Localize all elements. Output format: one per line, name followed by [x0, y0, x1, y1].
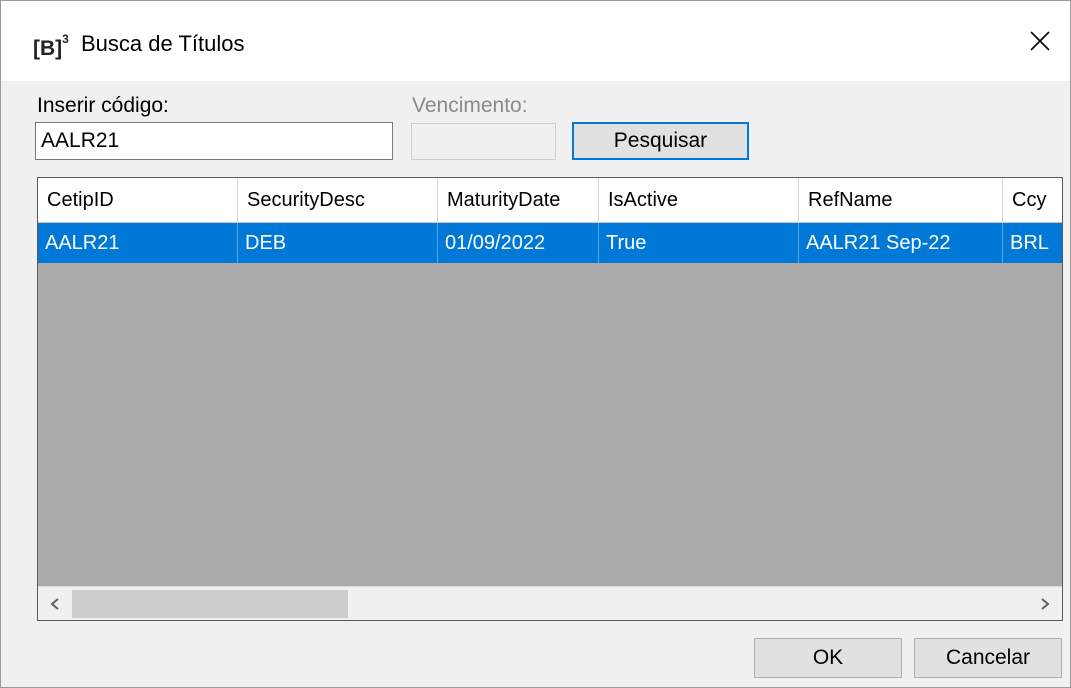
app-logo-text: [B] — [33, 37, 63, 60]
search-button[interactable]: Pesquisar — [572, 122, 749, 160]
column-header-securitydesc[interactable]: SecurityDesc — [238, 178, 438, 223]
code-input[interactable]: AALR21 — [35, 122, 393, 160]
app-logo: [B]3 — [33, 31, 69, 61]
chevron-right-icon — [1041, 598, 1050, 610]
maturity-label: Vencimento: — [412, 94, 528, 117]
window-title: Busca de Títulos — [81, 31, 245, 56]
horizontal-scrollbar[interactable] — [38, 586, 1062, 620]
column-header-refname[interactable]: RefName — [799, 178, 1003, 223]
scroll-right-button[interactable] — [1028, 587, 1062, 620]
chevron-left-icon — [50, 598, 59, 610]
maturity-input[interactable] — [411, 123, 556, 160]
cell-refname: AALR21 Sep-22 — [799, 223, 1003, 263]
column-header-cetipid[interactable]: CetipID — [38, 178, 238, 223]
title-bar: [B]3 Busca de Títulos — [1, 1, 1070, 81]
grid-header-row: CetipID SecurityDesc MaturityDate IsActi… — [38, 178, 1062, 223]
cell-ccy: BRL — [1010, 232, 1049, 254]
cell-maturitydate: 01/09/2022 — [438, 223, 599, 263]
results-grid: CetipID SecurityDesc MaturityDate IsActi… — [37, 177, 1063, 621]
code-label: Inserir código: — [37, 94, 169, 117]
scroll-left-button[interactable] — [38, 587, 72, 620]
cancel-button[interactable]: Cancelar — [914, 638, 1062, 678]
cell-securitydesc: DEB — [238, 223, 438, 263]
ok-button[interactable]: OK — [754, 638, 902, 678]
cell-isactive: True — [599, 223, 799, 263]
close-icon — [1030, 31, 1050, 51]
close-button[interactable] — [1010, 1, 1070, 81]
app-logo-mark: 3 — [62, 32, 69, 46]
table-row[interactable]: AALR21 DEB 01/09/2022 True AALR21 Sep-22… — [38, 223, 1062, 263]
dialog-window: [B]3 Busca de Títulos Inserir código: AA… — [0, 0, 1071, 688]
cell-cetipid: AALR21 — [38, 223, 238, 263]
scroll-thumb[interactable] — [72, 590, 348, 618]
column-header-ccy[interactable]: Ccy — [1003, 178, 1062, 223]
column-header-maturitydate[interactable]: MaturityDate — [438, 178, 599, 223]
column-header-isactive[interactable]: IsActive — [599, 178, 799, 223]
